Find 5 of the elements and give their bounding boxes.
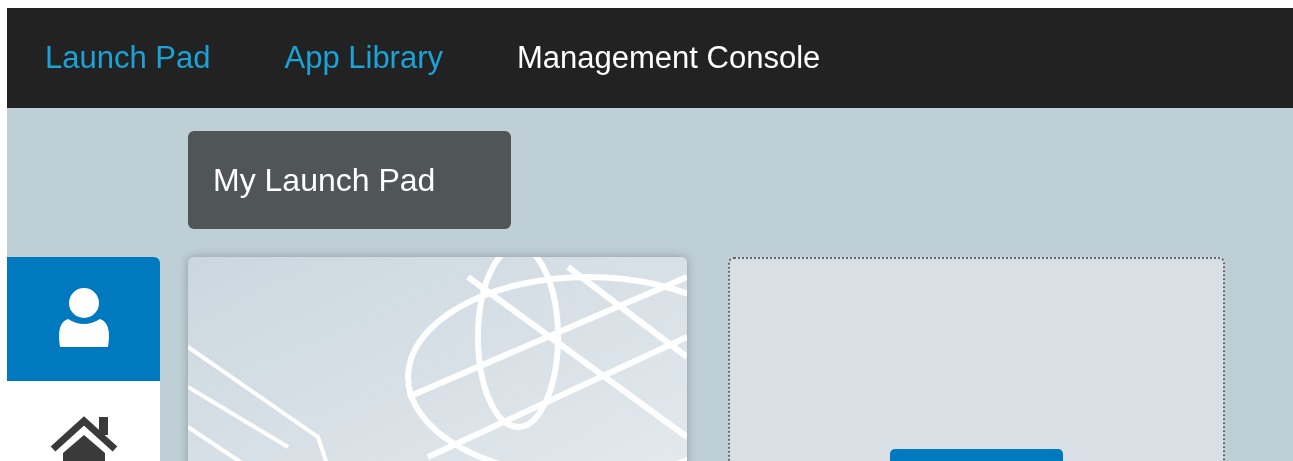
nav-link[interactable]: Launch Pad bbox=[45, 34, 211, 82]
page-title: My Launch Pad bbox=[188, 131, 511, 229]
nav-link[interactable]: Management Console bbox=[517, 34, 821, 82]
app-tile[interactable] bbox=[188, 257, 687, 461]
nav-link[interactable]: App Library bbox=[284, 34, 443, 82]
